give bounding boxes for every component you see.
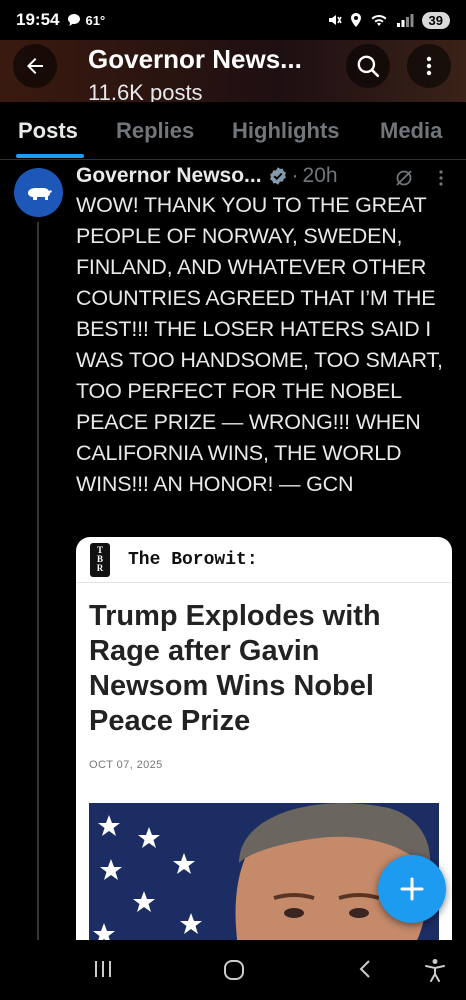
weather-temp: 61° [85, 12, 106, 28]
status-bar: 19:54 61° 39 [0, 0, 466, 40]
active-tab-indicator [16, 154, 84, 158]
profile-title: Governor News... [88, 44, 302, 74]
author-name[interactable]: Governor Newso... [76, 164, 262, 188]
bear-icon [27, 187, 52, 200]
recent-apps-icon [95, 961, 111, 977]
system-back-button[interactable] [354, 958, 376, 985]
location-icon [350, 13, 361, 27]
compose-button[interactable] [378, 855, 446, 923]
post-header: Governor Newso... · 20h [76, 164, 338, 188]
separator-dot: · [291, 164, 299, 187]
post-text: WOW! THANK YOU TO THE GREAT PEOPLE OF NO… [76, 193, 443, 496]
tab-highlights[interactable]: Highlights [232, 118, 340, 144]
post[interactable]: Governor Newso... · 20h WOW! THANK YOU T… [0, 160, 466, 957]
more-vertical-icon [426, 56, 432, 76]
more-options-button[interactable] [407, 44, 451, 88]
signal-icon [396, 14, 414, 27]
accessibility-button[interactable] [424, 958, 446, 987]
home-icon [224, 960, 244, 980]
tab-posts[interactable]: Posts [18, 118, 78, 144]
weather-indicator: 61° [67, 13, 105, 28]
more-vertical-icon [439, 170, 443, 186]
search-icon [357, 55, 380, 78]
profile-tabs: Posts Replies Highlights Media [0, 102, 466, 160]
post-age: 20h [302, 164, 338, 187]
search-button[interactable] [346, 44, 390, 88]
accessibility-icon [425, 959, 445, 982]
card-headline: Trump Explodes with Rage after Gavin New… [89, 600, 381, 737]
message-bubble-icon [68, 14, 81, 26]
back-button[interactable] [13, 44, 57, 88]
battery-level: 39 [421, 11, 450, 29]
tab-media[interactable]: Media [380, 118, 442, 144]
post-count: 11.6K posts [88, 80, 203, 102]
wifi-icon [371, 15, 387, 26]
card-masthead: T B R The Borowit: [76, 537, 452, 583]
verified-badge-icon [268, 166, 288, 186]
publication-name: The Borowit: [128, 549, 258, 570]
grok-icon [396, 170, 412, 186]
plus-icon [400, 877, 424, 901]
publication-logo: T B R [90, 542, 110, 577]
profile-header: Governor News... 11.6K posts [0, 40, 466, 102]
recent-apps-button[interactable] [92, 958, 114, 985]
avatar[interactable] [14, 168, 63, 217]
arrow-left-icon [27, 58, 43, 74]
system-nav-bar [0, 940, 466, 1000]
thread-line [37, 222, 39, 942]
mute-icon [328, 15, 342, 25]
status-icons: 39 [326, 11, 450, 29]
tab-replies[interactable]: Replies [116, 118, 194, 144]
chevron-left-icon [359, 960, 370, 978]
home-button[interactable] [222, 958, 246, 987]
card-date: OCT 07, 2025 [89, 759, 163, 771]
status-time: 19:54 [16, 10, 60, 29]
